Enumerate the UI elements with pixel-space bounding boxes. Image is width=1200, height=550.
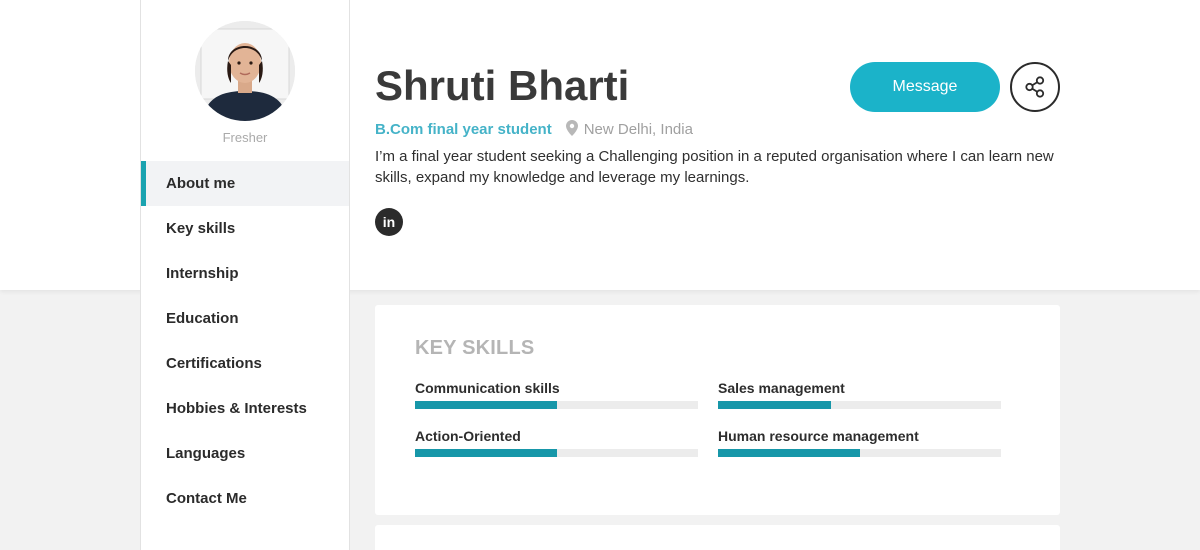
- key-skills-card: KEY SKILLS Communication skills Sales ma…: [375, 305, 1060, 515]
- profile-subline: B.Com final year student New Delhi, India: [375, 120, 693, 140]
- skill-level-bar: [718, 449, 1001, 457]
- skill-name: Action-Oriented: [415, 428, 521, 444]
- avatar: [195, 21, 295, 121]
- sidebar-item-education[interactable]: Education: [141, 296, 349, 341]
- skill-level-fill: [415, 449, 557, 457]
- skill-item: Sales management: [718, 379, 1001, 409]
- linkedin-icon[interactable]: in: [375, 208, 403, 236]
- message-button[interactable]: Message: [850, 62, 1000, 112]
- sidebar-item-certifications[interactable]: Certifications: [141, 341, 349, 386]
- share-icon: [1025, 76, 1045, 98]
- sidebar-item-hobbies-interests[interactable]: Hobbies & Interests: [141, 386, 349, 431]
- profile-bio: I’m a final year student seeking a Chall…: [375, 148, 1054, 186]
- skill-item: Human resource management: [718, 427, 1001, 457]
- sidebar-item-about-me[interactable]: About me: [141, 161, 349, 206]
- skill-item: Action-Oriented: [415, 427, 698, 457]
- skill-level-bar: [718, 401, 1001, 409]
- sidebar-nav: About me Key skills Internship Education…: [141, 161, 349, 521]
- key-skills-title: KEY SKILLS: [415, 337, 535, 359]
- profile-status: Fresher: [222, 130, 268, 145]
- profile-name: Shruti Bharti: [375, 62, 630, 109]
- skill-name: Human resource management: [718, 428, 919, 444]
- skill-level-fill: [718, 401, 832, 409]
- skill-level-bar: [415, 449, 698, 457]
- location-pin-icon: [565, 120, 578, 140]
- profile-role: B.Com final year student: [375, 121, 552, 138]
- skill-level-fill: [718, 449, 860, 457]
- skill-level-fill: [415, 401, 557, 409]
- profile-summary: Shruti Bharti B.Com final year student Ne…: [375, 0, 1065, 290]
- skill-level-bar: [415, 401, 698, 409]
- skill-item: Communication skills: [415, 379, 698, 409]
- next-section-card: [375, 525, 1060, 550]
- share-button[interactable]: [1010, 62, 1060, 112]
- sidebar-item-key-skills[interactable]: Key skills: [141, 206, 349, 251]
- sidebar-item-internship[interactable]: Internship: [141, 251, 349, 296]
- skill-name: Communication skills: [415, 380, 560, 396]
- sidebar: Fresher About me Key skills Internship E…: [140, 0, 350, 550]
- profile-location: New Delhi, India: [583, 121, 693, 138]
- sidebar-item-contact-me[interactable]: Contact Me: [141, 476, 349, 521]
- sidebar-item-languages[interactable]: Languages: [141, 431, 349, 476]
- skill-name: Sales management: [718, 380, 845, 396]
